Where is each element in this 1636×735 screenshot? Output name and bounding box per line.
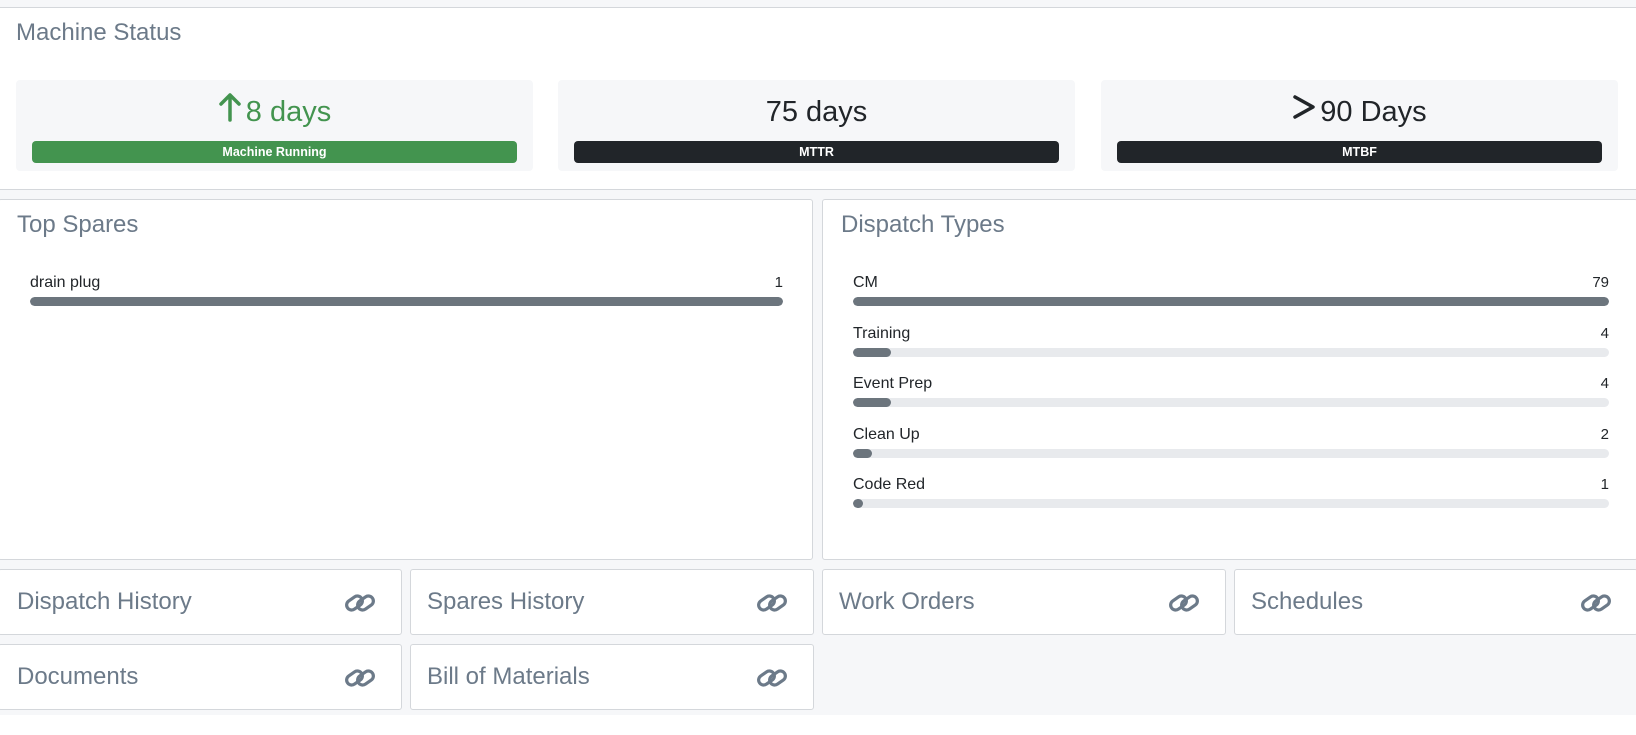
list-item: Event Prep 4 [853,367,1609,418]
dispatch-bar-track [853,499,1609,508]
spare-bar-track [30,297,783,306]
bill-of-materials-link[interactable]: Bill of Materials [410,644,814,710]
arrow-up-icon [218,92,242,133]
link-label: Bill of Materials [427,663,590,690]
link-icon [1579,586,1613,620]
spares-history-link[interactable]: Spares History [410,569,814,635]
link-icon [343,586,377,620]
dispatch-type-count: 4 [1600,324,1609,342]
uptime-value-row: 8 days [16,92,533,133]
dispatch-bar-fill [853,347,891,357]
machine-status-title: Machine Status [16,19,182,46]
dispatch-type-label: Clean Up [853,425,920,443]
top-spares-list: drain plug 1 [30,266,783,317]
list-item: Code Red 1 [853,468,1609,519]
machine-running-badge: Machine Running [32,141,517,163]
spare-bar-fill [30,297,783,306]
top-spares-title: Top Spares [17,211,139,238]
link-label: Schedules [1251,588,1364,615]
spare-count: 1 [774,274,783,291]
mtbf-stat: 90 Days MTBF [1101,80,1618,171]
list-item: CM 79 [853,266,1609,317]
link-icon [1167,586,1201,620]
link-label: Spares History [427,588,585,615]
mtbf-value: 90 Days [1320,96,1427,128]
dispatch-bar-track [853,297,1609,306]
uptime-value: 8 days [245,96,332,128]
dispatch-bar-fill [853,398,891,407]
documents-link[interactable]: Documents [0,644,402,710]
mtbf-value-row: 90 Days [1101,92,1618,133]
dispatch-type-count: 79 [1592,274,1609,291]
dispatch-bar-fill [853,499,863,508]
uptime-stat: 8 days Machine Running [16,80,533,171]
list-item: Training 4 [853,317,1609,368]
dispatch-type-label: Code Red [853,476,926,493]
dispatch-types-list: CM 79 Training 4 Event Prep 4 Clean Up 2… [853,266,1609,519]
dispatch-bar-track [853,398,1609,407]
greater-than-icon [1292,92,1316,133]
dispatch-type-label: Training [853,324,911,342]
spare-label: drain plug [30,274,101,291]
work-orders-link[interactable]: Work Orders [822,569,1226,635]
mttr-value: 75 days [765,96,868,128]
link-icon [343,661,377,695]
top-spares-card: Top Spares drain plug 1 [0,199,813,560]
mttr-badge: MTTR [574,141,1059,163]
machine-status-card: Machine Status 8 days Machine Running 75… [0,7,1636,190]
dispatch-type-label: Event Prep [853,375,933,392]
dispatch-bar-track [853,347,1609,357]
dispatch-bar-fill [853,297,1609,306]
link-icon [755,661,789,695]
dispatch-type-count: 4 [1600,375,1609,392]
mttr-stat: 75 days MTTR [558,80,1075,171]
list-item: drain plug 1 [30,266,783,317]
link-label: Documents [17,663,139,690]
list-item: Clean Up 2 [853,418,1609,469]
dispatch-bar-track [853,448,1609,458]
dispatch-type-label: CM [853,274,878,291]
dispatch-types-title: Dispatch Types [841,211,1005,238]
dispatch-type-count: 1 [1600,476,1609,493]
dispatch-bar-fill [853,448,872,458]
link-label: Dispatch History [17,588,192,615]
link-icon [755,586,789,620]
dispatch-history-link[interactable]: Dispatch History [0,569,402,635]
mtbf-badge: MTBF [1117,141,1602,163]
schedules-link[interactable]: Schedules [1234,569,1636,635]
dispatch-type-count: 2 [1600,425,1609,443]
dispatch-types-card: Dispatch Types CM 79 Training 4 Event Pr… [822,199,1636,560]
link-label: Work Orders [839,588,975,615]
